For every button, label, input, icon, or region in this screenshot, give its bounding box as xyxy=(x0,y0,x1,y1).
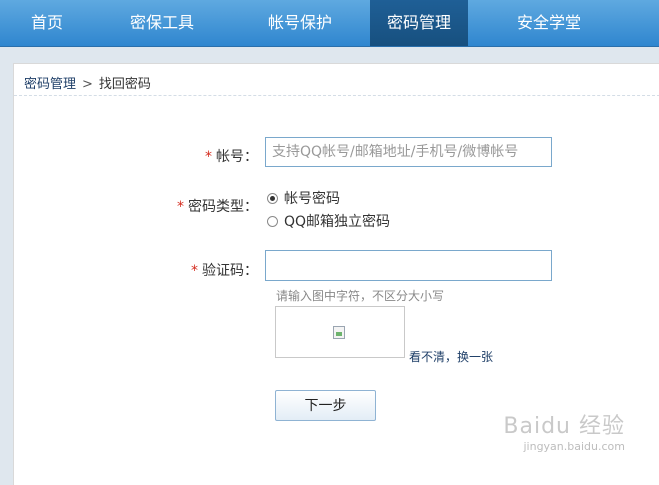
radio-account-password-label: 帐号密码 xyxy=(284,191,340,207)
breadcrumb-current: 找回密码 xyxy=(98,77,151,92)
required-mark: * xyxy=(205,149,212,165)
captcha-refresh-link[interactable]: 看不清，换一张 xyxy=(409,348,493,365)
breadcrumb-parent-link[interactable]: 密码管理 xyxy=(24,77,76,92)
top-nav: 首页 密保工具 帐号保护 密码管理 安全学堂 xyxy=(0,0,659,47)
captcha-input[interactable] xyxy=(265,250,552,281)
breadcrumb: 密码管理 > 找回密码 xyxy=(24,73,151,92)
account-input[interactable] xyxy=(265,137,552,167)
nav-item-security-tools[interactable]: 密保工具 xyxy=(94,0,230,46)
captcha-image[interactable] xyxy=(275,306,405,358)
captcha-label: * 验证码： xyxy=(164,260,258,280)
password-type-label: * 密码类型： xyxy=(164,196,258,216)
nav-item-password-management[interactable]: 密码管理 xyxy=(370,0,468,46)
header-divider xyxy=(14,95,659,96)
captcha-label-text: 验证码： xyxy=(202,263,258,279)
account-label-text: 帐号： xyxy=(216,149,258,165)
radio-qq-mail-password[interactable]: QQ邮箱独立密码 xyxy=(267,211,390,231)
breadcrumb-separator: > xyxy=(82,77,93,92)
next-step-button[interactable]: 下一步 xyxy=(275,390,376,421)
account-label: * 帐号： xyxy=(164,146,258,166)
watermark: Baidu 经验 jingyan.baidu.com xyxy=(503,408,625,453)
captcha-hint: 请输入图中字符，不区分大小写 xyxy=(276,289,445,303)
radio-qq-mail-password-label: QQ邮箱独立密码 xyxy=(284,214,391,230)
required-mark: * xyxy=(177,199,184,215)
broken-image-icon xyxy=(333,326,345,339)
radio-button[interactable] xyxy=(267,215,278,227)
nav-item-account-protection[interactable]: 帐号保护 xyxy=(230,0,370,46)
nav-item-home[interactable]: 首页 xyxy=(0,0,94,46)
watermark-url: jingyan.baidu.com xyxy=(523,440,625,453)
required-mark: * xyxy=(191,263,198,279)
radio-button-selected[interactable] xyxy=(267,192,278,204)
watermark-logo: Baidu 经验 xyxy=(503,414,625,439)
nav-item-security-school[interactable]: 安全学堂 xyxy=(468,0,630,46)
radio-account-password[interactable]: 帐号密码 xyxy=(267,188,340,208)
password-type-label-text: 密码类型： xyxy=(188,199,258,215)
